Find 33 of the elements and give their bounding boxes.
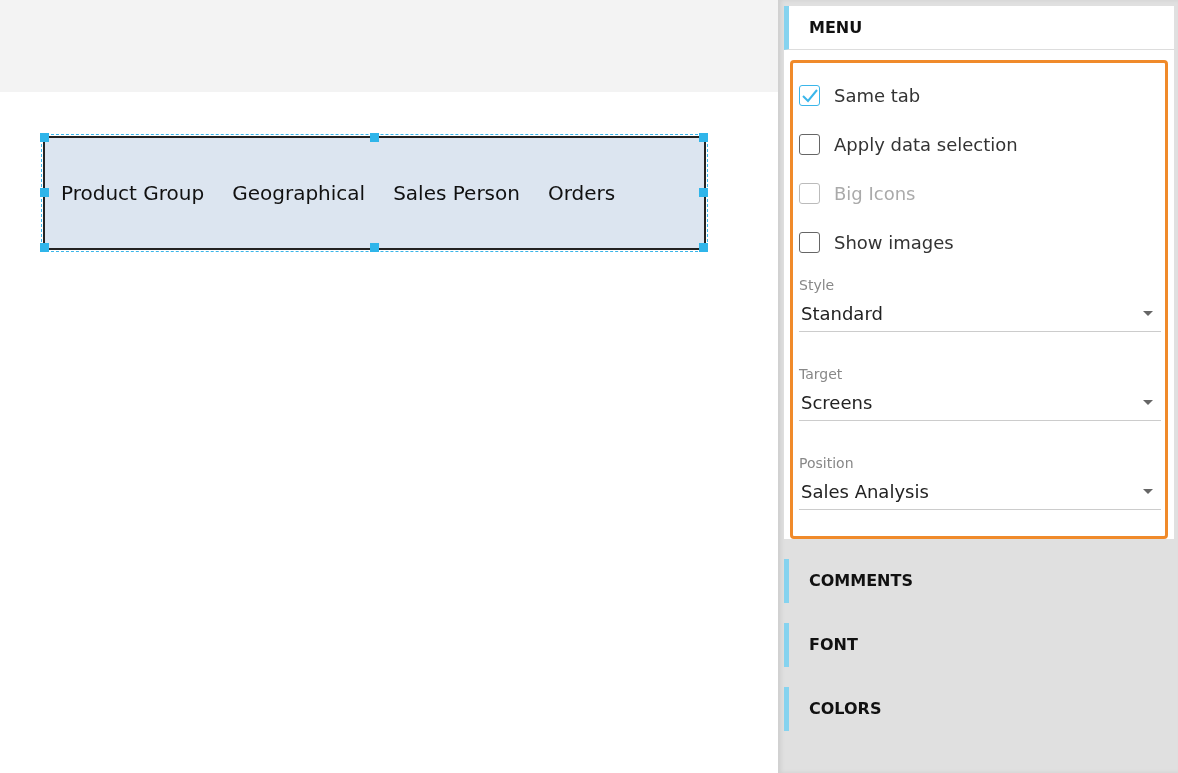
checkbox[interactable] [799,134,820,155]
caret-icon [1143,400,1153,405]
menu-item[interactable]: Orders [547,178,616,208]
checkbox-label: Big Icons [834,182,916,206]
dropdown-field[interactable]: Sales Analysis [799,478,1161,510]
resize-handle[interactable] [40,133,49,142]
checkbox[interactable] [799,85,820,106]
checkbox-label[interactable]: Show images [834,229,954,256]
caret-icon [1143,311,1153,316]
menu-item[interactable]: Geographical [232,178,366,208]
resize-handle[interactable] [699,133,708,142]
menu-item[interactable]: Sales Person [393,178,520,208]
menu-widget[interactable]: Product Group Geographical Sales Person Orders [43,136,706,250]
field-label: Style [799,276,835,295]
dropdown-field[interactable]: Screens [799,389,1161,421]
resize-handle[interactable] [369,243,379,252]
section-header[interactable]: COLORS [784,687,1174,731]
resize-handle[interactable] [40,188,49,197]
checkbox-label[interactable]: Same tab [834,82,921,109]
section-header[interactable]: COMMENTS [784,559,1174,603]
resize-handle[interactable] [40,243,49,252]
section-header[interactable]: MENU [784,6,1174,50]
field-label: Target [799,365,843,384]
resize-handle[interactable] [369,133,379,142]
resize-handle[interactable] [699,188,708,197]
checkbox[interactable] [799,232,820,253]
section-header[interactable]: FONT [784,623,1174,667]
menu-item[interactable]: Product Group [61,178,205,208]
resize-handle[interactable] [699,243,708,252]
field-label: Position [799,454,854,473]
checkbox-label[interactable]: Apply data selection [834,131,1018,158]
caret-icon [1143,489,1153,494]
dropdown-field[interactable]: Standard [799,300,1161,332]
